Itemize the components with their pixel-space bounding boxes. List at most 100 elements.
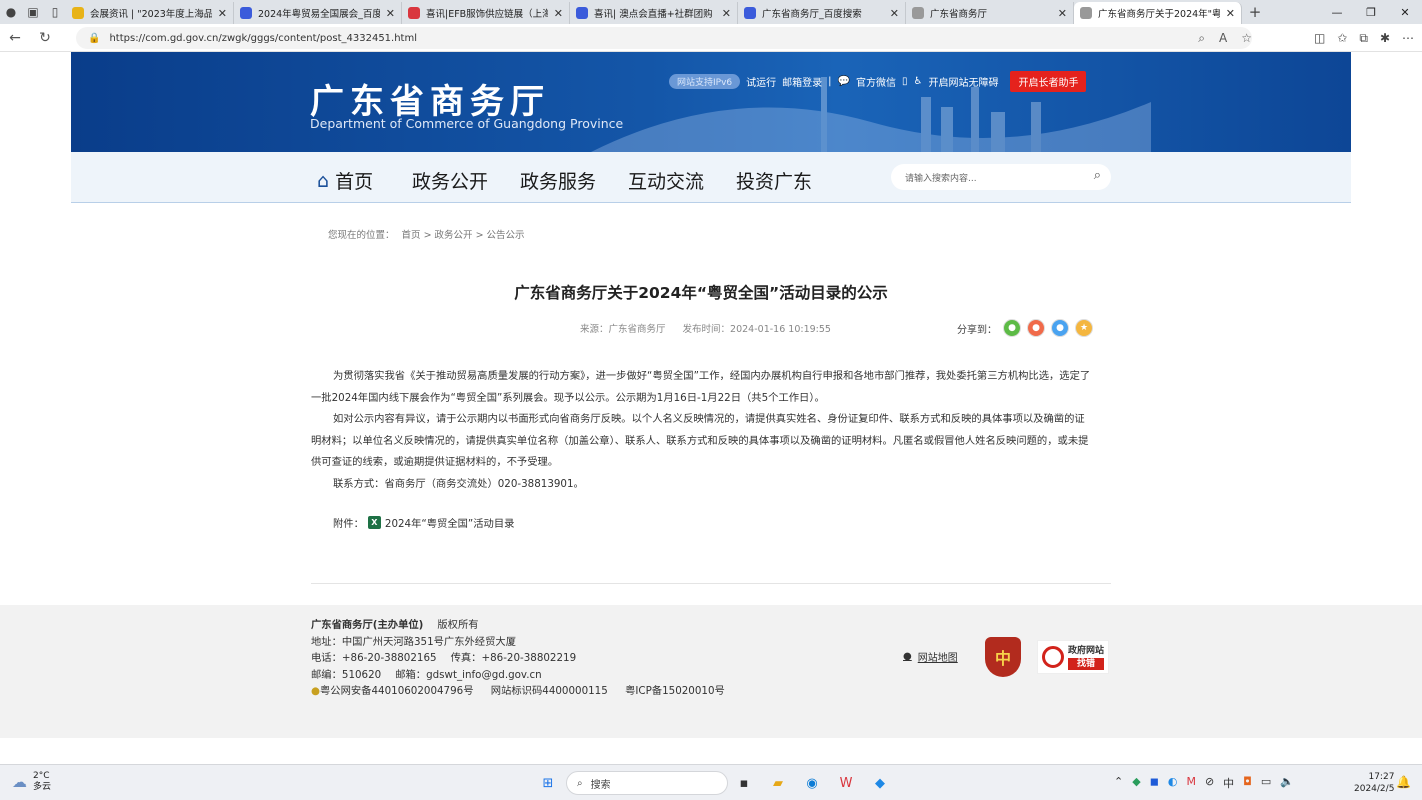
- accessibility-link[interactable]: 开启网站无障碍: [928, 74, 998, 89]
- search-placeholder: 请输入搜索内容...: [905, 173, 977, 184]
- accessibility-icon: ♿: [913, 75, 923, 87]
- display-icon[interactable]: ▭: [1261, 775, 1271, 791]
- close-window-icon[interactable]: ✕: [1388, 0, 1422, 24]
- footer-email: 邮箱：gdswt_info@gd.gov.cn: [395, 668, 542, 681]
- tray-app-icon[interactable]: ◘: [1243, 775, 1252, 791]
- tray-app-icon[interactable]: M: [1186, 775, 1196, 791]
- search-icon: ⌕: [577, 777, 583, 789]
- network-icon[interactable]: ⊘: [1205, 775, 1214, 791]
- back-icon[interactable]: ←: [0, 30, 30, 46]
- split-screen-icon[interactable]: ◫: [1314, 31, 1325, 45]
- breadcrumb-path[interactable]: 首页 > 政务公开 > 公告公示: [402, 230, 525, 241]
- weather-widget[interactable]: ☁ 2°C 多云: [12, 771, 51, 793]
- windows-start-icon[interactable]: ⊞: [536, 771, 560, 795]
- tray-app-icon[interactable]: ◼: [1150, 775, 1159, 791]
- refresh-icon[interactable]: ↻: [30, 30, 60, 46]
- read-aloud-icon[interactable]: A: [1219, 31, 1227, 45]
- footer-info: 广东省商务厅(主办单位) 版权所有 地址：中国广州天河路351号广东外经贸大厦 电…: [311, 617, 725, 700]
- url-field[interactable]: 🔒 https://com.gd.gov.cn/zwgk/gggs/conten…: [76, 27, 1252, 49]
- chevron-up-icon[interactable]: ⌃: [1114, 775, 1123, 791]
- volume-icon[interactable]: 🔈: [1280, 775, 1294, 791]
- restore-icon[interactable]: ❐: [1354, 0, 1388, 24]
- site-footer: 广东省商务厅(主办单位) 版权所有 地址：中国广州天河路351号广东外经贸大厦 电…: [0, 605, 1422, 738]
- article-source: 来源：广东省商务厅: [580, 324, 666, 335]
- mail-login-link[interactable]: 邮箱登录: [782, 74, 822, 89]
- nav-item-gov-services[interactable]: 政务服务: [520, 167, 596, 194]
- new-tab-icon[interactable]: +: [1242, 0, 1268, 24]
- tab-title: 会展资讯 | "2023年度上海品牌: [90, 9, 212, 20]
- close-tab-icon[interactable]: ✕: [890, 7, 899, 20]
- site-logo-subtitle: Department of Commerce of Guangdong Prov…: [310, 116, 624, 131]
- zoom-icon[interactable]: ⌕: [1198, 31, 1205, 46]
- footer-host: 广东省商务厅(主办单位): [311, 619, 424, 631]
- close-tab-icon[interactable]: ✕: [1058, 7, 1067, 20]
- footer-icp[interactable]: 粤ICP备15020010号: [625, 685, 725, 697]
- footer-fax: 传真：+86-20-38802219: [450, 652, 577, 664]
- qq-share-icon[interactable]: ●: [1051, 319, 1069, 337]
- tab-favicon-icon: [576, 7, 588, 19]
- nav-item-home[interactable]: ⌂ 首页: [317, 167, 373, 194]
- url-text: https://com.gd.gov.cn/zwgk/gggs/content/…: [109, 32, 418, 44]
- address-bar-row: ← ↻ 🔒 https://com.gd.gov.cn/zwgk/gggs/co…: [0, 24, 1422, 52]
- footer-police-record[interactable]: 粤公网安备44010602004796号: [320, 685, 474, 697]
- tray-app-icon[interactable]: ◆: [1132, 775, 1140, 791]
- attachment-link[interactable]: 2024年“粤贸全国”活动目录: [385, 515, 515, 530]
- divider: [311, 583, 1111, 584]
- elder-assistant-button[interactable]: 开启长者助手: [1010, 70, 1087, 92]
- nav-item-invest[interactable]: 投资广东: [736, 167, 812, 194]
- file-explorer-icon[interactable]: ▰: [766, 771, 790, 795]
- browser-tab-6[interactable]: 广东省商务厅 ✕: [906, 2, 1074, 24]
- article-title: 广东省商务厅关于2024年“粤贸全国”活动目录的公示: [514, 284, 888, 302]
- main-nav: ⌂ 首页 政务公开 政务服务 互动交流 投资广东 请输入搜索内容... ⌕: [71, 152, 1351, 203]
- browser-tab-3[interactable]: 喜讯|EFB服饰供应链展（上海） ✕: [402, 2, 570, 24]
- input-method-icon[interactable]: 中: [1223, 775, 1234, 791]
- more-icon[interactable]: ⋯: [1402, 31, 1414, 45]
- share-bar: 分享到： ● ● ● ★: [957, 319, 1093, 337]
- weather-temp: 2°C: [33, 771, 50, 781]
- extensions-icon[interactable]: ✱: [1380, 31, 1390, 45]
- minimize-icon[interactable]: —: [1320, 0, 1354, 24]
- notification-bell-icon[interactable]: 🔔: [1396, 775, 1411, 789]
- qzone-share-icon[interactable]: ★: [1075, 319, 1093, 337]
- close-tab-icon[interactable]: ✕: [386, 7, 395, 20]
- browser-tab-1[interactable]: 会展资讯 | "2023年度上海品牌 ✕: [66, 2, 234, 24]
- close-tab-icon[interactable]: ✕: [218, 7, 227, 20]
- nav-item-gov-affairs[interactable]: 政务公开: [412, 167, 488, 194]
- search-icon[interactable]: ⌕: [1094, 168, 1101, 183]
- favorite-star-icon[interactable]: ☆: [1241, 31, 1252, 45]
- favorites-icon[interactable]: ✩: [1337, 31, 1347, 45]
- taskbar-search[interactable]: ⌕ 搜索: [566, 771, 728, 795]
- sitemap-link[interactable]: ● 网站地图: [903, 649, 958, 664]
- workspaces-icon[interactable]: ▣: [22, 0, 44, 24]
- task-view-icon[interactable]: ▪: [732, 771, 756, 795]
- weibo-share-icon[interactable]: ●: [1027, 319, 1045, 337]
- browser-tab-4[interactable]: 喜讯| 澳点会直播+社群团购 ✕: [570, 2, 738, 24]
- tab-favicon-icon: [912, 7, 924, 19]
- mobile-icon[interactable]: ▯: [902, 76, 908, 87]
- profile-icon[interactable]: ●: [0, 0, 22, 24]
- party-gov-badge[interactable]: 中: [985, 637, 1021, 677]
- site-search-input[interactable]: 请输入搜索内容... ⌕: [891, 164, 1111, 190]
- footer-phone: 电话：+86-20-38802165: [311, 652, 437, 664]
- close-tab-icon[interactable]: ✕: [554, 7, 563, 20]
- gov-site-error-report-badge[interactable]: 政府网站 找错: [1037, 640, 1109, 674]
- share-label: 分享到：: [957, 324, 997, 336]
- wps-icon[interactable]: W: [834, 771, 858, 795]
- collections-icon[interactable]: ⧉: [1359, 31, 1368, 46]
- badge-gov-bottom: 找错: [1068, 657, 1105, 670]
- nav-item-interaction[interactable]: 互动交流: [628, 167, 704, 194]
- close-tab-icon[interactable]: ✕: [1226, 7, 1235, 20]
- browser-tab-5[interactable]: 广东省商务厅_百度搜索 ✕: [738, 2, 906, 24]
- browser-tab-active[interactable]: 广东省商务厅关于2024年"粤贸 ✕: [1074, 2, 1242, 24]
- app-icon[interactable]: ◆: [868, 771, 892, 795]
- system-clock[interactable]: 17:27 2024/2/5: [1354, 771, 1394, 795]
- close-tab-icon[interactable]: ✕: [722, 7, 731, 20]
- wechat-share-icon[interactable]: ●: [1003, 319, 1021, 337]
- browser-tab-2[interactable]: 2024年粤贸易全国展会_百度搜 ✕: [234, 2, 402, 24]
- nav-label: 首页: [335, 171, 374, 193]
- tray-app-icon[interactable]: ◐: [1168, 775, 1178, 791]
- sitemap-icon: ●: [903, 651, 912, 662]
- tab-actions-icon[interactable]: ▯: [44, 0, 66, 24]
- edge-browser-icon[interactable]: ◉: [800, 771, 824, 795]
- wechat-link[interactable]: 官方微信: [856, 74, 896, 89]
